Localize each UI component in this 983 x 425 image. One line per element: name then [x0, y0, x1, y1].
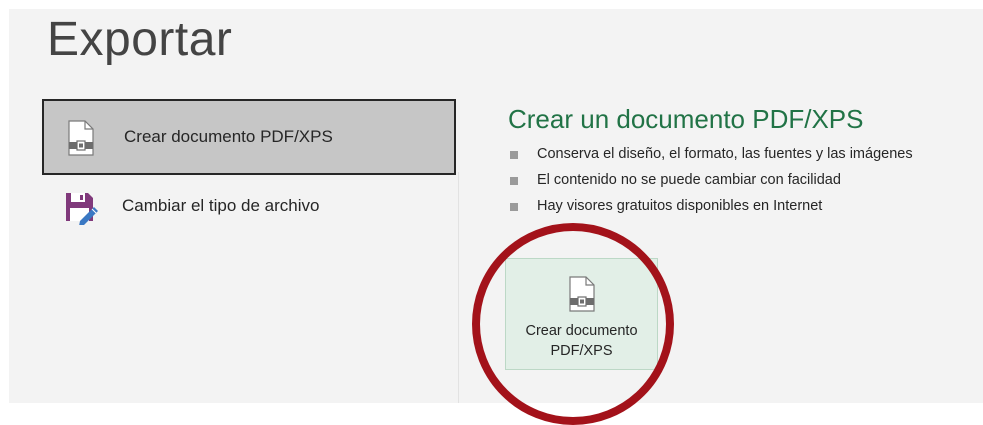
save-as-icon — [64, 189, 98, 226]
bullet-icon — [510, 151, 518, 159]
list-item-text: Conserva el diseño, el formato, las fuen… — [537, 146, 913, 162]
pdf-document-icon — [66, 120, 96, 156]
list-item-text: El contenido no se puede cambiar con fac… — [537, 172, 841, 188]
pdf-document-icon — [567, 276, 597, 312]
feature-list: Conserva el diseño, el formato, las fuen… — [509, 144, 913, 222]
list-item-text: Hay visores gratuitos disponibles en Int… — [537, 198, 823, 214]
option-change-file-type[interactable]: Cambiar el tipo de archivo — [42, 170, 456, 246]
divider — [458, 172, 459, 403]
button-label-line1: Crear documento — [525, 323, 638, 339]
list-item: Hay visores gratuitos disponibles en Int… — [509, 196, 913, 222]
bullet-icon — [510, 177, 518, 185]
list-item: El contenido no se puede cambiar con fac… — [509, 170, 913, 196]
option-create-pdf-xps[interactable]: Crear documento PDF/XPS — [42, 99, 456, 175]
option-label: Crear documento PDF/XPS — [124, 127, 333, 146]
section-title: Crear un documento PDF/XPS — [508, 104, 864, 134]
button-label-line2: PDF/XPS — [550, 343, 613, 359]
option-label: Cambiar el tipo de archivo — [122, 196, 320, 215]
page-title: Exportar — [47, 13, 233, 66]
create-pdf-xps-button[interactable]: Crear documento PDF/XPS — [505, 258, 658, 370]
list-item: Conserva el diseño, el formato, las fuen… — [509, 144, 913, 170]
button-label: Crear documento PDF/XPS — [506, 321, 657, 361]
bullet-icon — [510, 203, 518, 211]
